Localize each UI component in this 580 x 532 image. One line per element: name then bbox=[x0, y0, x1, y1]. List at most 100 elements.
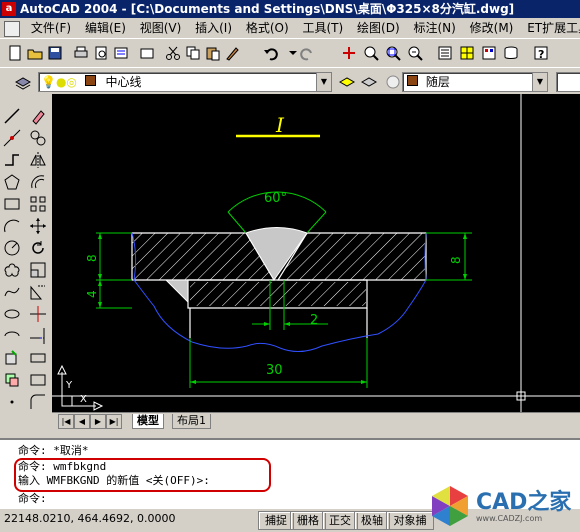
print-icon[interactable] bbox=[72, 44, 90, 62]
menu-view[interactable]: 视图(V) bbox=[135, 18, 187, 38]
color-control-icon[interactable] bbox=[384, 73, 402, 91]
command-history-line-1: 命令: *取消* bbox=[18, 444, 89, 457]
menu-edit[interactable]: 编辑(E) bbox=[80, 18, 131, 38]
pan-realtime-icon[interactable] bbox=[340, 44, 358, 62]
copy-object-icon[interactable] bbox=[28, 128, 48, 148]
left-dim-extension-lines bbox=[96, 232, 132, 309]
watermark-name: CAD之家 bbox=[476, 490, 572, 515]
cad-home-logo bbox=[432, 486, 468, 526]
paste-icon[interactable] bbox=[204, 44, 222, 62]
open-icon[interactable] bbox=[26, 44, 44, 62]
color-dropdown[interactable]: 随层 ▼ bbox=[402, 72, 548, 92]
match-properties-icon[interactable] bbox=[224, 44, 242, 62]
polar-button[interactable]: 极轴 bbox=[354, 511, 390, 530]
autocad-app-icon[interactable]: a bbox=[2, 2, 16, 16]
osnap-button[interactable]: 对象捕 bbox=[386, 511, 434, 530]
trim-icon[interactable] bbox=[28, 304, 48, 324]
erase-icon[interactable] bbox=[28, 106, 48, 126]
zoom-window-icon[interactable] bbox=[384, 44, 402, 62]
last-tab-icon[interactable]: ▶| bbox=[106, 414, 122, 429]
publish-icon[interactable] bbox=[112, 44, 130, 62]
array-icon[interactable] bbox=[28, 194, 48, 214]
line-icon[interactable] bbox=[2, 106, 22, 126]
cut-icon[interactable] bbox=[164, 44, 182, 62]
point-icon[interactable] bbox=[2, 392, 22, 412]
width-dim-text: 30 bbox=[266, 363, 283, 378]
ellipse-arc-icon[interactable] bbox=[2, 326, 22, 346]
ortho-button[interactable]: 正交 bbox=[322, 511, 358, 530]
properties-icon[interactable] bbox=[436, 44, 454, 62]
undo-icon[interactable] bbox=[262, 44, 280, 62]
make-object-layer-current-icon[interactable] bbox=[338, 73, 356, 91]
svg-text:?: ? bbox=[538, 48, 544, 61]
gap-dim-arrows bbox=[264, 322, 290, 326]
layer-previous-icon[interactable] bbox=[360, 73, 378, 91]
offset-icon[interactable] bbox=[28, 172, 48, 192]
ellipse-icon[interactable] bbox=[2, 304, 22, 324]
svg-text:X: X bbox=[80, 394, 87, 405]
gap-dim-text: 2 bbox=[310, 313, 318, 328]
polyline-icon[interactable] bbox=[2, 150, 22, 170]
menu-format[interactable]: 格式(O) bbox=[241, 18, 294, 38]
left-dim-bottom-text: 4 bbox=[85, 290, 99, 298]
make-block-icon[interactable] bbox=[2, 370, 22, 390]
plot-icon[interactable] bbox=[138, 44, 156, 62]
mirror-icon[interactable] bbox=[28, 150, 48, 170]
zoom-realtime-icon[interactable] bbox=[362, 44, 380, 62]
polygon-icon[interactable] bbox=[2, 172, 22, 192]
revision-cloud-icon[interactable] bbox=[2, 260, 22, 280]
copy-icon[interactable] bbox=[184, 44, 202, 62]
tab-model[interactable]: 模型 bbox=[132, 414, 164, 429]
document-icon[interactable] bbox=[4, 21, 20, 37]
menu-draw[interactable]: 绘图(D) bbox=[352, 18, 405, 38]
color-value: 随层 bbox=[425, 75, 450, 89]
first-tab-icon[interactable]: |◀ bbox=[58, 414, 74, 429]
scale-icon[interactable] bbox=[28, 260, 48, 280]
section-label: I bbox=[275, 113, 285, 137]
layer-manager-icon[interactable] bbox=[14, 73, 32, 91]
linetype-dropdown[interactable] bbox=[556, 72, 580, 92]
next-tab-icon[interactable]: ▶ bbox=[90, 414, 106, 429]
break-icon[interactable] bbox=[28, 348, 48, 368]
command-prompt[interactable]: 命令: bbox=[18, 490, 47, 506]
left-small-weld bbox=[164, 279, 189, 304]
menu-modify[interactable]: 修改(M) bbox=[465, 18, 519, 38]
construction-line-icon[interactable] bbox=[2, 128, 22, 148]
draw-modify-toolbars bbox=[0, 94, 52, 424]
menu-express-tools[interactable]: ET扩展工具(X) bbox=[522, 18, 580, 38]
circle-icon[interactable] bbox=[2, 238, 22, 258]
layer-dropdown[interactable]: 💡●◎ 中心线 ▼ bbox=[38, 72, 332, 92]
prev-tab-icon[interactable]: ◀ bbox=[74, 414, 90, 429]
stretch-icon[interactable] bbox=[28, 282, 48, 302]
zoom-previous-icon[interactable] bbox=[406, 44, 424, 62]
layer-dropdown-arrow-icon[interactable]: ▼ bbox=[316, 73, 331, 91]
layout-tabs-bar: |◀ ◀ ▶ ▶| 模型 布局1 bbox=[52, 412, 580, 429]
tool-palettes-icon[interactable] bbox=[480, 44, 498, 62]
menu-dimension[interactable]: 标注(N) bbox=[408, 18, 460, 38]
tab-layout1[interactable]: 布局1 bbox=[172, 414, 211, 429]
spline-icon[interactable] bbox=[2, 282, 22, 302]
grid-button[interactable]: 栅格 bbox=[290, 511, 326, 530]
rectangle-icon[interactable] bbox=[2, 194, 22, 214]
design-center-icon[interactable] bbox=[458, 44, 476, 62]
save-icon[interactable] bbox=[46, 44, 64, 62]
color-dropdown-arrow-icon[interactable]: ▼ bbox=[532, 73, 547, 91]
menu-file[interactable]: 文件(F) bbox=[26, 18, 76, 38]
cad-home-watermark: CAD之家 www.CADZJ.com bbox=[428, 484, 580, 531]
print-preview-icon[interactable] bbox=[92, 44, 110, 62]
arc-icon[interactable] bbox=[2, 216, 22, 236]
rotate-icon[interactable] bbox=[28, 238, 48, 258]
snap-button[interactable]: 捕捉 bbox=[258, 511, 294, 530]
insert-block-icon[interactable] bbox=[2, 348, 22, 368]
menu-insert[interactable]: 插入(I) bbox=[190, 18, 237, 38]
menu-tools[interactable]: 工具(T) bbox=[298, 18, 349, 38]
redo-icon[interactable] bbox=[298, 44, 316, 62]
extend-icon[interactable] bbox=[28, 326, 48, 346]
help-icon[interactable]: ? bbox=[532, 44, 550, 62]
drawing-canvas[interactable]: I 60° 8 4 8 2 30 Y X bbox=[52, 94, 580, 412]
fillet-icon[interactable] bbox=[28, 392, 48, 412]
new-icon[interactable] bbox=[6, 44, 24, 62]
chamfer-icon[interactable] bbox=[28, 370, 48, 390]
move-icon[interactable] bbox=[28, 216, 48, 236]
dbconnect-icon[interactable] bbox=[502, 44, 520, 62]
